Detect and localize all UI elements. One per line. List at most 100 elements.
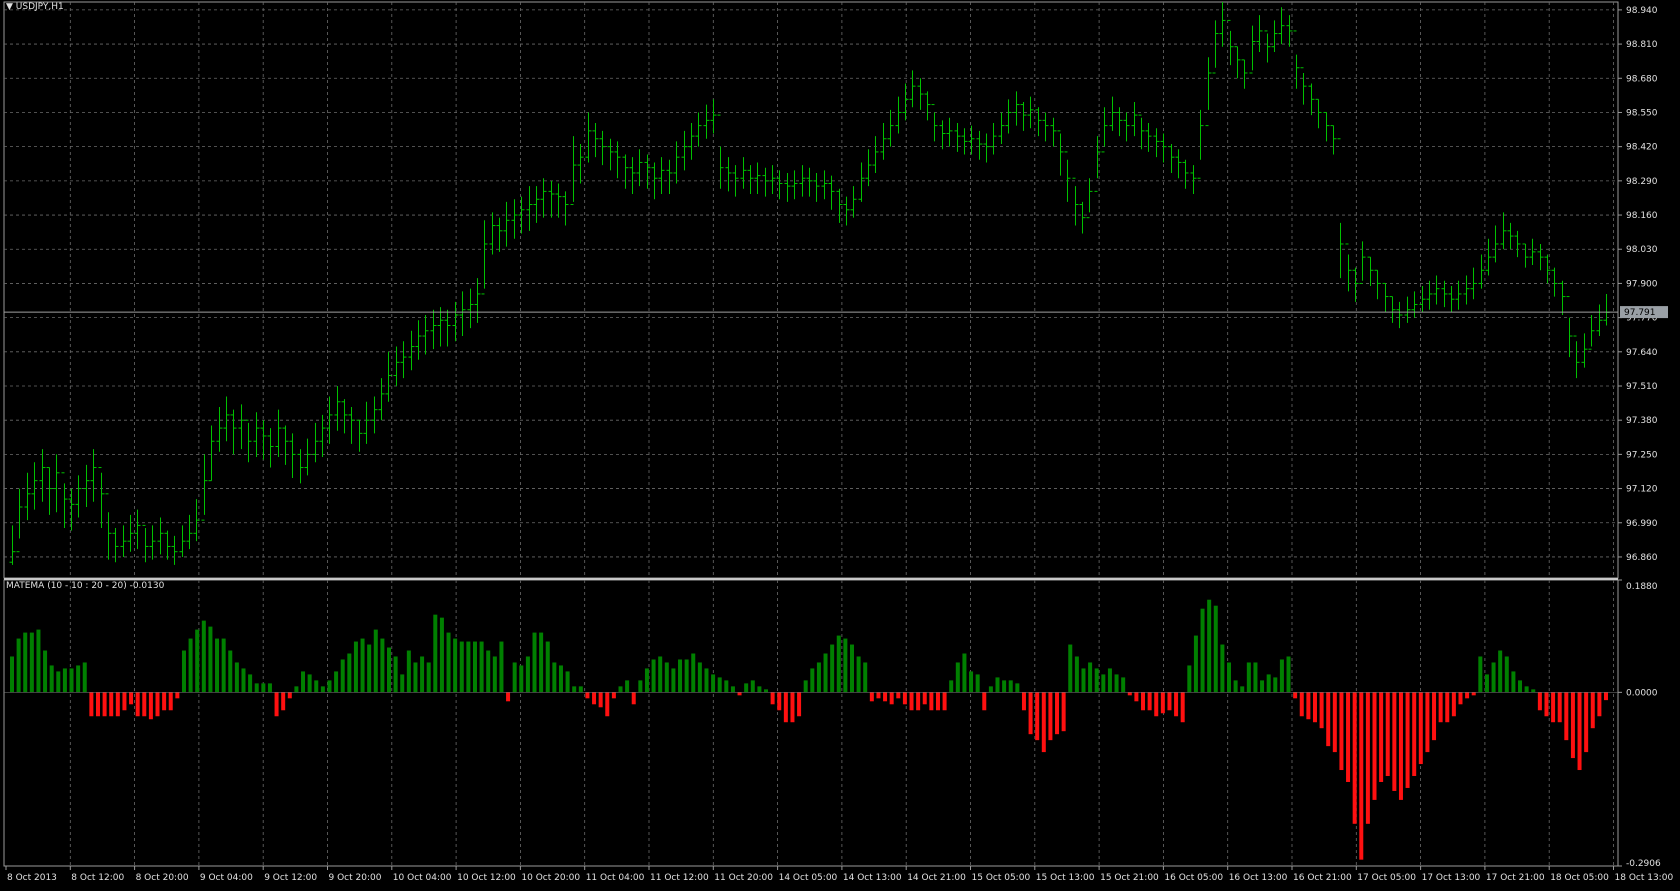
- price-axis-label: 98.420: [1626, 143, 1658, 153]
- chart-canvas[interactable]: 8 Oct 2013 8 Oct 12:00 8 Oct 20:00 9 Oct 04…: [0, 0, 1680, 888]
- histogram-bar: [803, 680, 808, 693]
- histogram-bar: [1524, 686, 1529, 693]
- histogram-bar: [314, 680, 319, 693]
- histogram-bar: [89, 692, 94, 717]
- histogram-bar: [215, 638, 220, 693]
- histogram-bar: [1398, 692, 1403, 800]
- histogram-bar: [261, 683, 266, 693]
- histogram-bar: [1544, 692, 1549, 717]
- histogram-bar: [1107, 668, 1112, 693]
- histogram-bar: [433, 614, 438, 693]
- x-axis-label: 16 Oct 21:00: [1293, 873, 1352, 883]
- histogram-bar: [453, 638, 458, 693]
- histogram-bar: [988, 686, 993, 693]
- x-axis-label: 15 Oct 05:00: [972, 873, 1031, 883]
- x-axis-label: 18 Oct 05:00: [1550, 873, 1609, 883]
- histogram-bar: [598, 692, 603, 708]
- histogram-bar: [1074, 656, 1079, 693]
- histogram-bar: [1537, 692, 1542, 711]
- x-axis-label: 10 Oct 12:00: [457, 873, 516, 883]
- histogram-bar: [1121, 677, 1126, 693]
- histogram-bar: [684, 659, 689, 693]
- histogram-bar: [472, 641, 477, 693]
- histogram-bar: [373, 629, 378, 693]
- histogram-bar: [558, 665, 563, 693]
- histogram-bar: [155, 692, 160, 717]
- histogram-bar: [962, 653, 967, 693]
- histogram-bar: [545, 641, 550, 693]
- histogram-bar: [301, 671, 306, 693]
- indicator-axis-label: -0.2906: [1626, 859, 1661, 869]
- histogram-bar: [1253, 662, 1258, 693]
- histogram-bar: [843, 638, 848, 693]
- histogram-bar: [327, 680, 332, 693]
- histogram-bar: [651, 659, 656, 693]
- histogram-bar: [29, 632, 34, 693]
- histogram-bar: [625, 680, 630, 693]
- histogram-bar: [711, 674, 716, 693]
- histogram-bar: [1279, 659, 1284, 693]
- histogram-bar: [1465, 692, 1470, 699]
- x-axis-label: 14 Oct 13:00: [843, 873, 902, 883]
- histogram-bar: [320, 686, 325, 693]
- histogram-bar: [1266, 674, 1271, 693]
- histogram-bar: [49, 665, 54, 693]
- histogram-bar: [611, 692, 616, 699]
- chart-menu-triangle-icon[interactable]: ▼: [6, 2, 13, 12]
- histogram-bar: [102, 692, 107, 717]
- price-axis-label: 97.900: [1626, 279, 1658, 289]
- histogram-bar: [1518, 680, 1523, 693]
- histogram-bar: [1035, 692, 1040, 741]
- histogram-bar: [525, 656, 530, 693]
- x-axis-label: 18 Oct 13:00: [1615, 873, 1674, 883]
- histogram-bar: [1213, 605, 1218, 693]
- chart-symbol-label[interactable]: ▼ USDJPY,H1: [6, 2, 64, 12]
- indicator-axis-label: 0.1880: [1626, 582, 1658, 592]
- histogram-bar: [949, 680, 954, 693]
- histogram-bar: [532, 632, 537, 693]
- histogram-bar: [1584, 692, 1589, 753]
- x-axis-label: 11 Oct 12:00: [650, 873, 709, 883]
- histogram-bar: [836, 635, 841, 693]
- x-axis-label: 8 Oct 12:00: [71, 873, 124, 883]
- histogram-bar: [201, 620, 206, 693]
- histogram-bar: [790, 692, 795, 723]
- histogram-bar: [1081, 668, 1086, 693]
- histogram-bar: [816, 662, 821, 693]
- histogram-bar: [1154, 692, 1159, 717]
- histogram-bar: [770, 692, 775, 705]
- histogram-bar: [618, 686, 623, 693]
- x-axis-label: 8 Oct 20:00: [136, 873, 189, 883]
- x-axis-label: 11 Oct 20:00: [714, 873, 773, 883]
- price-axis-label: 97.250: [1626, 450, 1658, 460]
- histogram-bar: [228, 650, 233, 693]
- histogram-bar: [1451, 692, 1456, 717]
- histogram-bar: [856, 656, 861, 693]
- histogram-bar: [62, 668, 67, 693]
- histogram-bar: [241, 668, 246, 693]
- histogram-bar: [287, 692, 292, 699]
- current-price-tag-text: 97.791: [1624, 308, 1656, 318]
- histogram-bar: [777, 692, 782, 711]
- histogram-bar: [1432, 692, 1437, 741]
- histogram-bar: [757, 686, 762, 693]
- histogram-bar: [896, 692, 901, 699]
- x-axis-label: 17 Oct 21:00: [1486, 873, 1545, 883]
- histogram-bar: [982, 692, 987, 711]
- histogram-bar: [234, 662, 239, 693]
- price-axis-label: 98.030: [1626, 245, 1658, 255]
- price-axis-label: 98.810: [1626, 40, 1658, 50]
- histogram-bar: [43, 650, 48, 693]
- histogram-bar: [1286, 656, 1291, 693]
- histogram-bar: [539, 632, 544, 693]
- histogram-bar: [1352, 692, 1357, 824]
- histogram-bar: [605, 692, 610, 717]
- price-axis-label: 97.510: [1626, 382, 1658, 392]
- histogram-bar: [406, 650, 411, 693]
- histogram-bar: [889, 692, 894, 705]
- histogram-bar: [76, 665, 81, 693]
- histogram-bar: [1365, 692, 1370, 824]
- histogram-bar: [750, 680, 755, 693]
- histogram-bar: [281, 692, 286, 711]
- price-axis-label: 97.380: [1626, 416, 1658, 426]
